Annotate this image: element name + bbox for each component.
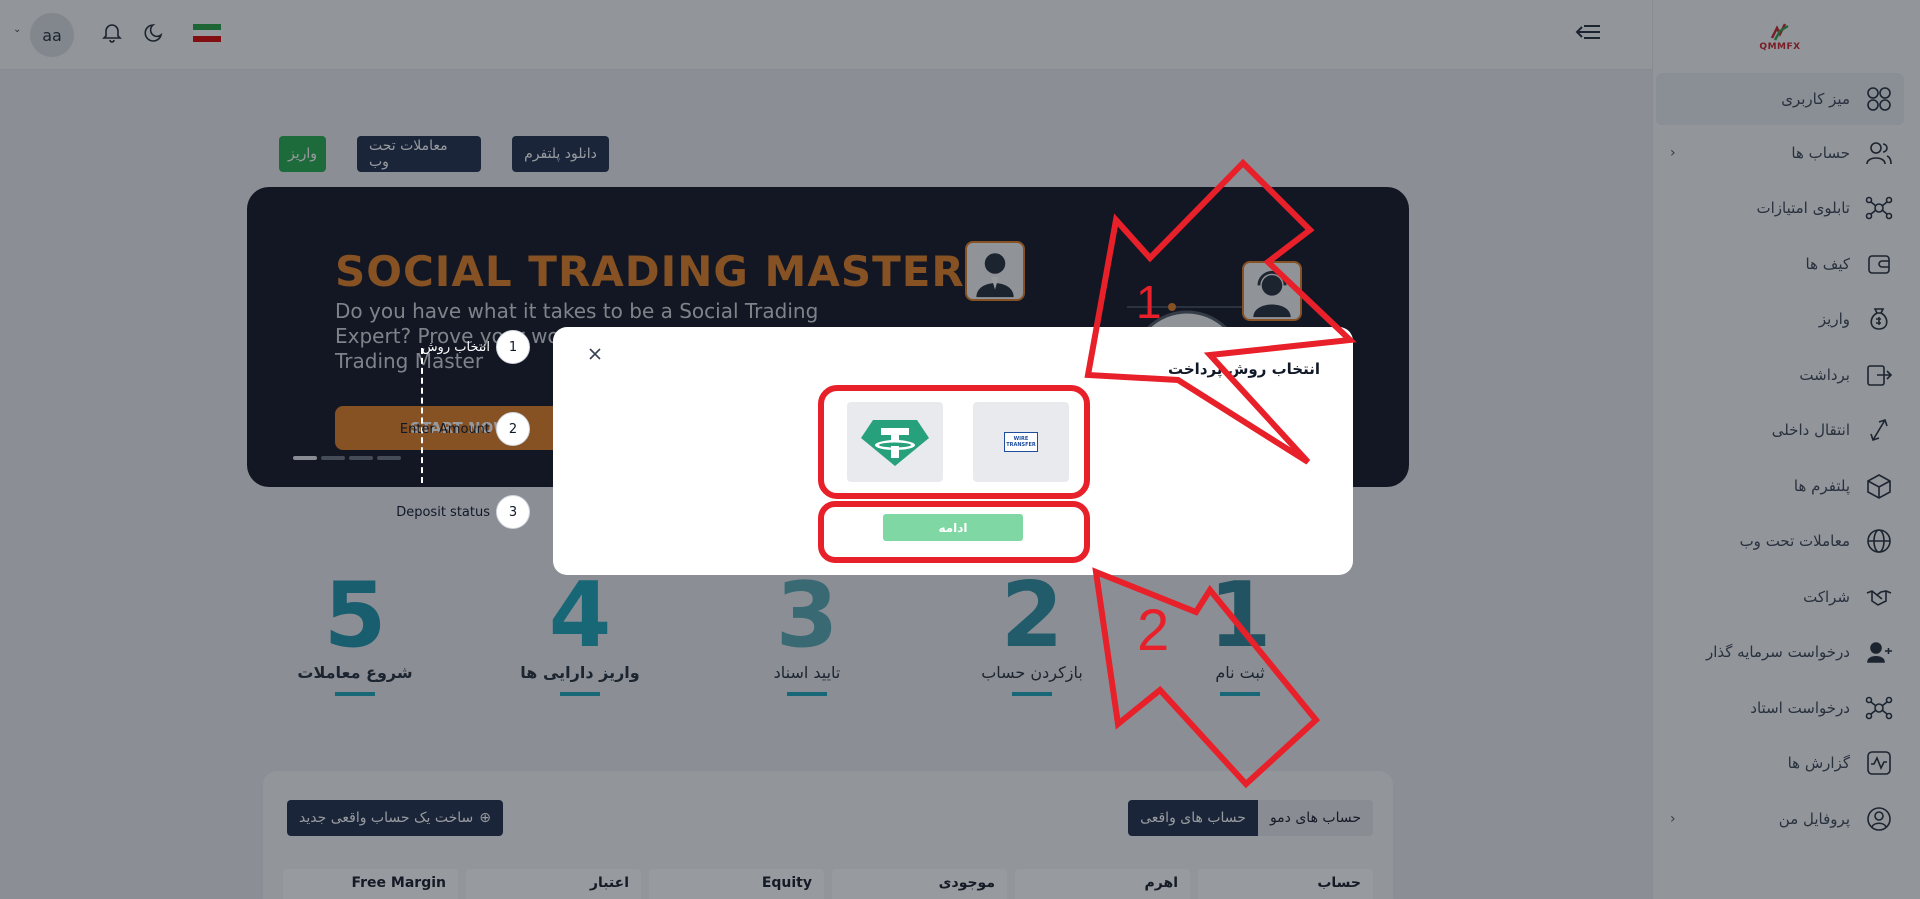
close-icon[interactable] [583, 342, 607, 366]
wire-transfer-option[interactable]: WIRE TRANSFER [973, 402, 1069, 482]
stepper-step: Enter Amount 2 [400, 412, 530, 446]
stepper-step-label: Enter Amount [399, 421, 490, 437]
continue-button[interactable]: ادامه [883, 514, 1023, 541]
stepper-step: انتخاب روش 1 [422, 330, 530, 364]
deposit-stepper: انتخاب روش 1 Enter Amount 2 Deposit stat… [390, 330, 530, 529]
modal-title: انتخاب روش پرداخت [1167, 360, 1320, 378]
wire-transfer-icon: WIRE TRANSFER [1004, 432, 1038, 452]
stepper-step-label: انتخاب روش [421, 339, 490, 355]
stepper-step: Deposit status 3 [396, 495, 530, 529]
wire-transfer-label: WIRE TRANSFER [1006, 436, 1036, 448]
stepper-step-label: Deposit status [396, 504, 490, 520]
tether-icon [861, 420, 929, 466]
stepper-step-number: 3 [496, 495, 530, 529]
stepper-step-number: 2 [496, 412, 530, 446]
tether-option[interactable] [847, 402, 943, 482]
stepper-step-number: 1 [496, 330, 530, 364]
payment-method-modal: انتخاب روش پرداخت WIRE TRANSFER ادامه [553, 327, 1353, 575]
